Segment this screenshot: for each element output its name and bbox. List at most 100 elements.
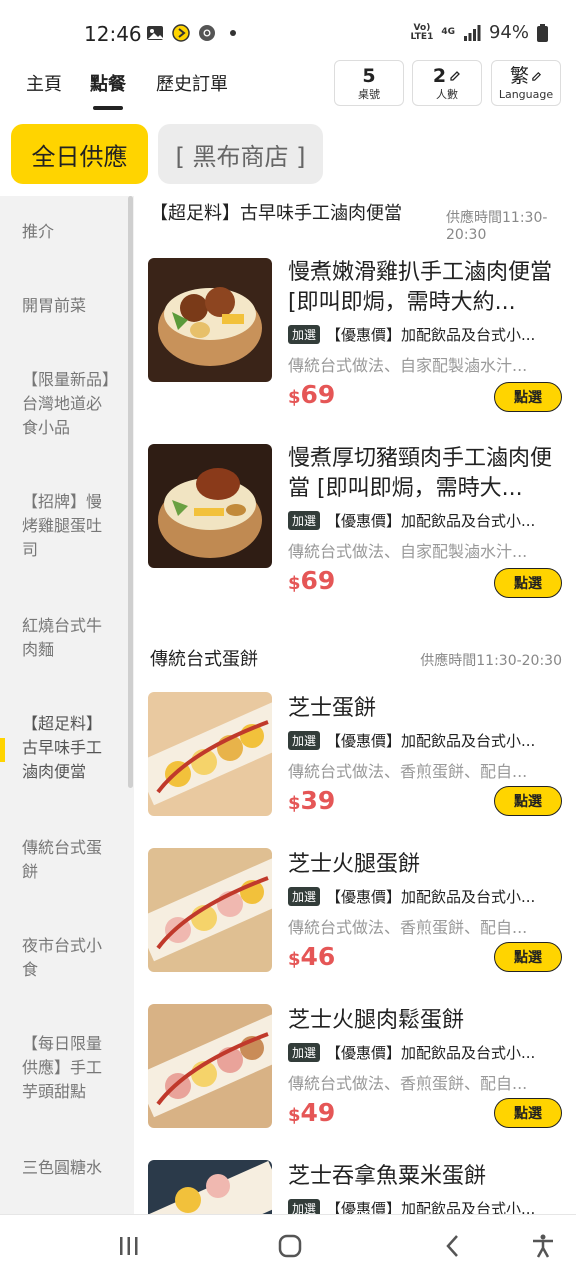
menu-item[interactable]: 芝士吞拿魚粟米蛋餅 加選 【優惠價】加配飲品及台式小...: [148, 1160, 562, 1214]
menu-item[interactable]: 芝士火腿蛋餅 加選 【優惠價】加配飲品及台式小... 傳統台式做法、香煎蛋餅、配…: [148, 848, 562, 972]
accessibility-icon[interactable]: [530, 1233, 556, 1259]
menu-item-photo: [148, 1004, 272, 1128]
sidebar-item-beef-noodle[interactable]: 紅燒台式牛肉麵: [22, 614, 114, 662]
currency-symbol: $: [288, 1105, 301, 1126]
section-service-time: 供應時間11:30-20:30: [420, 653, 562, 669]
currency-symbol: $: [288, 573, 301, 594]
edit-pencil-icon: [532, 71, 542, 81]
sidebar-item-braised-pork-bento[interactable]: 【超足料】古早味手工滷肉便當: [22, 712, 114, 784]
select-item-button[interactable]: 點選: [494, 568, 562, 598]
people-count-row: 2: [413, 64, 481, 88]
menu-item-name: 慢煮厚切豬頸肉手工滷肉便當 [即叫即焗，需時大...: [288, 446, 553, 501]
promo-text: 【優惠價】加配飲品及台式小...: [326, 326, 536, 344]
menu-content: 【超足料】古早味手工滷肉便當 供應時間11:30-20:30 慢煮嫩滑雞扒手工滷…: [134, 196, 576, 1214]
menu-item-name: 芝士火腿蛋餅: [288, 852, 421, 877]
promo-tag: 加選: [288, 731, 321, 750]
people-count-label: 人數: [436, 88, 458, 101]
gallery-icon: [147, 26, 163, 40]
section-title: 【超足料】古早味手工滷肉便當: [150, 203, 402, 224]
sidebar-item-sweet-soup[interactable]: 三色圓糖水: [22, 1156, 114, 1180]
currency-symbol: $: [288, 387, 301, 408]
table-number-label: 桌號: [358, 88, 380, 101]
menu-item-description: 傳統台式做法、香煎蛋餅、配自...: [288, 918, 528, 937]
network-gen-label: 4G: [441, 27, 455, 37]
language-pill[interactable]: 繁 Language: [491, 60, 561, 106]
menu-item-promo: 加選 【優惠價】加配飲品及台式小...: [288, 510, 560, 531]
price-value: 49: [300, 1098, 336, 1127]
select-item-button[interactable]: 點選: [494, 382, 562, 412]
tab-order-history[interactable]: 歷史訂單: [156, 70, 228, 96]
menu-item-description: 傳統台式做法、香煎蛋餅、配自...: [288, 1074, 528, 1093]
battery-icon: [537, 23, 548, 42]
menu-item-name: 芝士蛋餅: [288, 696, 377, 721]
price-value: 69: [300, 566, 336, 595]
currency-symbol: $: [288, 793, 301, 814]
status-time: 12:46: [84, 22, 142, 46]
tab-home[interactable]: 主頁: [26, 70, 62, 96]
menu-item-photo: [148, 444, 272, 568]
sidebar-item-limited-snacks[interactable]: 【限量新品】台灣地道必食小品: [22, 368, 114, 440]
promo-tag: 加選: [288, 887, 321, 906]
promo-tag: 加選: [288, 325, 321, 344]
status-system-icons: Vo) LTE1 4G 94%: [411, 22, 548, 43]
menu-item-name: 慢煮嫩滑雞扒手工滷肉便當 [即叫即焗，需時大約...: [288, 260, 553, 315]
sidebar-item-egg-crepe[interactable]: 傳統台式蛋餅: [22, 836, 114, 884]
menu-tab-shop[interactable]: [ 黑布商店 ]: [158, 124, 323, 184]
language-label: Language: [498, 88, 554, 101]
signal-icon: [463, 24, 481, 41]
back-icon[interactable]: [440, 1233, 466, 1259]
top-navigation: 主頁 點餐 歷史訂單 5 桌號 2 人數 繁 Language: [0, 60, 576, 116]
price-value: 46: [300, 942, 336, 971]
menu-tab-all-day[interactable]: 全日供應: [11, 124, 148, 184]
battery-percent: 94%: [488, 22, 529, 43]
menu-item-price: $49: [288, 1098, 335, 1127]
menu-item[interactable]: 芝士蛋餅 加選 【優惠價】加配飲品及台式小... 傳統台式做法、香煎蛋餅、配自.…: [148, 692, 562, 816]
menu-item-description: 傳統台式做法、自家配製滷水汁...: [288, 356, 528, 375]
menu-item-photo: [148, 258, 272, 382]
menu-item-photo: [148, 1160, 272, 1214]
promo-tag: 加選: [288, 1043, 321, 1062]
select-item-button[interactable]: 點選: [494, 942, 562, 972]
select-item-button[interactable]: 點選: [494, 786, 562, 816]
sidebar-item-night-market[interactable]: 夜市台式小食: [22, 934, 114, 982]
promo-text: 【優惠價】加配飲品及台式小...: [326, 888, 536, 906]
promo-text: 【優惠價】加配飲品及台式小...: [326, 1200, 536, 1214]
sidebar-item-taro-dessert[interactable]: 【每日限量供應】手工芋頭甜點: [22, 1032, 114, 1104]
sidebar-item-signature-toast[interactable]: 【招牌】慢烤雞腿蛋吐司: [22, 490, 114, 562]
menu-item[interactable]: 慢煮嫩滑雞扒手工滷肉便當 [即叫即焗，需時大約... 加選 【優惠價】加配飲品及…: [148, 258, 562, 412]
people-count-pill[interactable]: 2 人數: [412, 60, 482, 106]
home-icon[interactable]: [277, 1233, 303, 1259]
menu-item[interactable]: 芝士火腿肉鬆蛋餅 加選 【優惠價】加配飲品及台式小... 傳統台式做法、香煎蛋餅…: [148, 1004, 562, 1128]
menu-item-description: 傳統台式做法、自家配製滷水汁...: [288, 542, 528, 561]
sidebar-item-recommended[interactable]: 推介: [22, 220, 114, 244]
menu-item-promo: 加選 【優惠價】加配飲品及台式小...: [288, 324, 560, 345]
volte-icon: Vo) LTE1: [410, 22, 434, 42]
recent-apps-icon[interactable]: [116, 1233, 142, 1259]
sidebar-item-appetizers[interactable]: 開胃前菜: [22, 294, 114, 318]
promo-text: 【優惠價】加配飲品及台式小...: [326, 1044, 536, 1062]
menu-item-price: $46: [288, 942, 335, 971]
sidebar-scrollbar[interactable]: [128, 196, 133, 788]
chrome-icon: [199, 25, 215, 41]
active-tab-indicator: [93, 106, 123, 110]
price-value: 39: [300, 786, 336, 815]
people-count-value: 2: [432, 65, 447, 87]
promo-text: 【優惠價】加配飲品及台式小...: [326, 732, 536, 750]
status-bar: 12:46 Vo) LTE1 4G 94%: [0, 0, 576, 64]
more-notifications-dot-icon: [230, 30, 236, 36]
select-item-button[interactable]: 點選: [494, 1098, 562, 1128]
promo-tag: 加選: [288, 511, 321, 530]
menu-item-price: $69: [288, 566, 335, 595]
edit-pencil-icon: [450, 71, 461, 81]
tab-order[interactable]: 點餐: [90, 70, 126, 96]
language-row: 繁: [492, 64, 560, 88]
menu-item[interactable]: 慢煮厚切豬頸肉手工滷肉便當 [即叫即焗，需時大... 加選 【優惠價】加配飲品及…: [148, 444, 562, 598]
app-notification-icon: [172, 24, 190, 42]
menu-item-name: 芝士吞拿魚粟米蛋餅: [288, 1164, 487, 1189]
table-number-pill[interactable]: 5 桌號: [334, 60, 404, 106]
status-notification-icons: [146, 24, 236, 42]
language-value: 繁: [509, 65, 529, 87]
menu-item-promo: 加選 【優惠價】加配飲品及台式小...: [288, 1042, 560, 1063]
menu-item-promo: 加選 【優惠價】加配飲品及台式小...: [288, 730, 560, 751]
system-navigation-bar: [0, 1214, 576, 1280]
